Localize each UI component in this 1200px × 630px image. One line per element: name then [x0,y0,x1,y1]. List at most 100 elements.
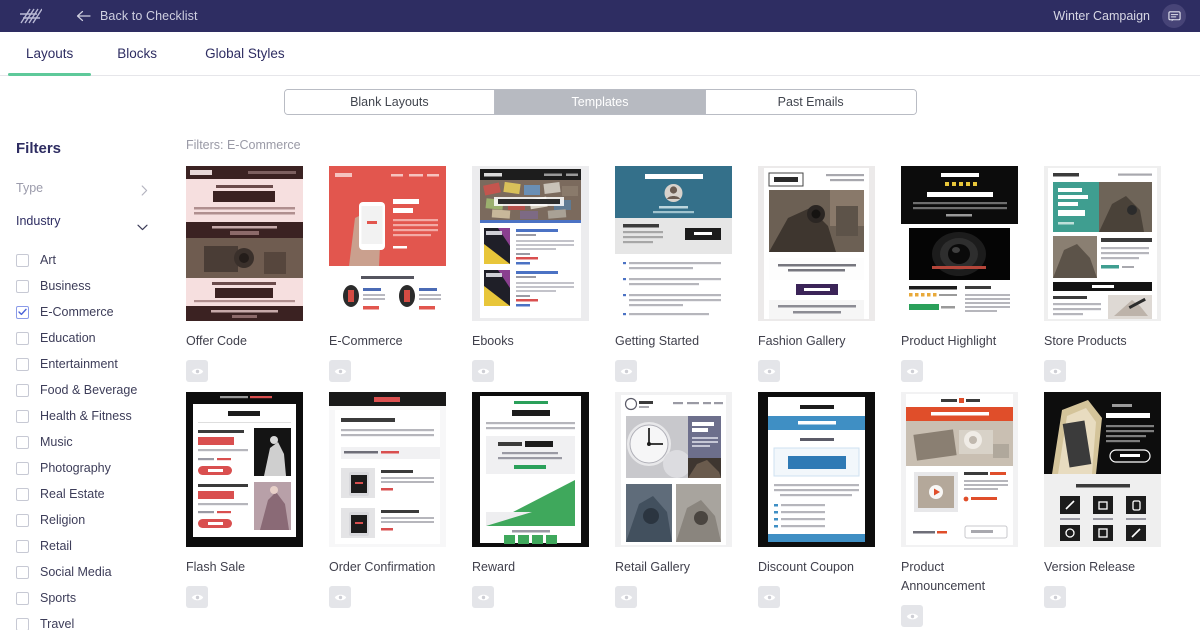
checkbox-row-art[interactable]: Art [16,247,180,273]
template-thumbnail-offer-code[interactable] [186,166,303,321]
preview-button[interactable] [758,360,780,382]
checkbox-row-business[interactable]: Business [16,273,180,299]
checkbox-art-label: Art [40,253,56,267]
checkbox-health-fitness[interactable] [16,409,29,423]
checkbox-sports[interactable] [16,591,29,605]
template-card-product-highlight[interactable]: Product Highlight [901,166,1044,382]
eye-icon [477,594,489,600]
template-thumbnail-retail-gallery[interactable] [615,392,732,547]
segment-past-emails[interactable]: Past Emails [705,90,916,114]
checkbox-retail[interactable] [16,539,29,553]
checkbox-row-food-beverage[interactable]: Food & Beverage [16,377,180,403]
back-to-checklist-link[interactable]: Back to Checklist [76,9,198,23]
template-thumbnail-store-products[interactable] [1044,166,1161,321]
segment-templates[interactable]: Templates [495,90,706,114]
preview-button[interactable] [1044,360,1066,382]
template-thumbnail-product-highlight[interactable] [901,166,1018,321]
checkbox-education[interactable] [16,331,29,345]
checkbox-row-e-commerce[interactable]: E-Commerce [16,299,180,325]
checkbox-religion[interactable] [16,513,29,527]
checkbox-row-health-fitness[interactable]: Health & Fitness [16,403,180,429]
filter-group-industry[interactable]: Industry [16,214,148,230]
template-card-version-release[interactable]: Version Release [1044,392,1187,627]
preview-button[interactable] [329,360,351,382]
template-card-offer-code[interactable]: Offer Code [186,166,329,382]
template-card-getting-started[interactable]: Getting Started [615,166,758,382]
checkbox-music[interactable] [16,435,29,449]
preview-button[interactable] [758,586,780,608]
checkbox-row-education[interactable]: Education [16,325,180,351]
checkbox-music-label: Music [40,435,73,449]
filters-sidebar: Filters Type Industry Art Business E-Com… [0,128,180,630]
tab-global-styles[interactable]: Global Styles [183,32,307,75]
preview-button[interactable] [329,586,351,608]
tab-blocks[interactable]: Blocks [91,32,183,75]
template-card-discount-coupon[interactable]: Discount Coupon [758,392,901,627]
template-thumbnail-ebooks[interactable] [472,166,589,321]
template-thumbnail-order-confirmation[interactable] [329,392,446,547]
checkbox-row-sports[interactable]: Sports [16,585,180,611]
template-thumbnail-discount-coupon[interactable] [758,392,875,547]
template-thumbnail-fashion-gallery[interactable] [758,166,875,321]
checkbox-social-media[interactable] [16,565,29,579]
template-card-store-products[interactable]: Store Products [1044,166,1187,382]
template-title: Store Products [1044,334,1127,348]
template-thumbnail-e-commerce[interactable] [329,166,446,321]
template-grid-row-1: Offer Code E-Commerce Ebooks Getting Sta… [186,166,1200,382]
template-title: Fashion Gallery [758,334,846,348]
preview-button[interactable] [186,360,208,382]
preview-button[interactable] [901,360,923,382]
checkbox-row-real-estate[interactable]: Real Estate [16,481,180,507]
template-card-order-confirmation[interactable]: Order Confirmation [329,392,472,627]
filter-group-industry-label: Industry [16,214,61,228]
checkbox-travel[interactable] [16,617,29,630]
checkbox-row-music[interactable]: Music [16,429,180,455]
checkbox-art[interactable] [16,253,29,267]
template-thumbnail-getting-started[interactable] [615,166,732,321]
template-thumbnail-version-release[interactable] [1044,392,1161,547]
chat-bubble-icon[interactable] [1162,4,1186,28]
eye-icon [191,594,203,600]
chevron-down-icon [137,218,148,230]
preview-button[interactable] [901,605,923,627]
template-card-e-commerce[interactable]: E-Commerce [329,166,472,382]
primary-nav-tabs: Layouts Blocks Global Styles [0,32,1200,76]
checkbox-entertainment-label: Entertainment [40,357,118,371]
checkbox-e-commerce[interactable] [16,305,29,319]
checkbox-row-entertainment[interactable]: Entertainment [16,351,180,377]
checkbox-row-retail[interactable]: Retail [16,533,180,559]
preview-button[interactable] [472,586,494,608]
preview-button[interactable] [186,586,208,608]
checkbox-row-social-media[interactable]: Social Media [16,559,180,585]
template-card-product-announcement[interactable]: Product Announcement [901,392,1044,627]
template-title: Flash Sale [186,560,246,574]
template-card-retail-gallery[interactable]: Retail Gallery [615,392,758,627]
checkbox-row-religion[interactable]: Religion [16,507,180,533]
template-thumbnail-flash-sale[interactable] [186,392,303,547]
template-thumbnail-reward[interactable] [472,392,589,547]
preview-button[interactable] [472,360,494,382]
checkbox-business[interactable] [16,279,29,293]
preview-button[interactable] [615,586,637,608]
preview-button[interactable] [1044,586,1066,608]
filter-group-type[interactable]: Type [16,181,148,196]
template-card-ebooks[interactable]: Ebooks [472,166,615,382]
template-card-flash-sale[interactable]: Flash Sale [186,392,329,627]
checkbox-entertainment[interactable] [16,357,29,371]
tab-global-styles-label: Global Styles [205,46,285,61]
checkbox-photography[interactable] [16,461,29,475]
template-title: Retail Gallery [615,560,691,574]
checkbox-food-beverage[interactable] [16,383,29,397]
content-area: Filters Type Industry Art Business E-Com… [0,128,1200,630]
checkbox-education-label: Education [40,331,96,345]
template-card-reward[interactable]: Reward [472,392,615,627]
checkbox-row-travel[interactable]: Travel [16,611,180,630]
segment-blank-layouts[interactable]: Blank Layouts [284,90,496,114]
template-card-fashion-gallery[interactable]: Fashion Gallery [758,166,901,382]
checkbox-row-photography[interactable]: Photography [16,455,180,481]
tab-layouts[interactable]: Layouts [8,32,92,76]
brand-hash-logo[interactable] [18,6,43,26]
checkbox-real-estate[interactable] [16,487,29,501]
preview-button[interactable] [615,360,637,382]
template-thumbnail-product-announcement[interactable] [901,392,1018,547]
